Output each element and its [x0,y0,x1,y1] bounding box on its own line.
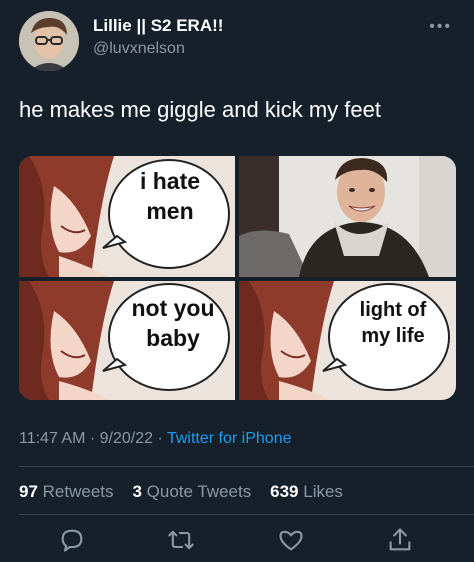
retweets-stat[interactable]: 97 Retweets [19,482,114,501]
likes-count: 639 [270,482,299,501]
meme-text-line: not you [131,295,215,321]
avatar[interactable] [19,11,79,71]
heart-icon[interactable] [277,526,305,554]
tweet-text: he makes me giggle and kick my feet [19,97,381,122]
quotes-stat[interactable]: 3 Quote Tweets [132,482,251,501]
retweets-count: 97 [19,482,38,501]
action-bar [0,526,474,558]
engagement-stats: 97 Retweets 3 Quote Tweets 639 Likes [19,482,343,502]
meme-panel-2[interactable] [239,156,456,277]
meta-separator: · [89,430,96,447]
meme-text-line: men [146,198,194,224]
tweet-date[interactable]: 9/20/22 [100,430,153,447]
author-display-name[interactable]: Lillie || S2 ERA!! [93,16,223,36]
likes-stat[interactable]: 639 Likes [270,482,343,501]
likes-label: Likes [303,482,343,501]
retweet-icon[interactable] [167,526,195,554]
quotes-label: Quote Tweets [146,482,252,501]
meme-panel-2-photo [239,156,456,277]
share-icon[interactable] [386,526,414,554]
avatar-photo [19,11,79,71]
meme-text-line: my life [361,325,425,347]
meme-text-line: i hate [139,168,201,194]
divider [19,514,474,515]
divider [19,466,474,467]
tweet-time[interactable]: 11:47 AM [19,430,85,447]
quotes-count: 3 [132,482,142,501]
meta-separator: · [157,430,163,447]
meme-text-line: light of [359,299,427,321]
meme-text-line: baby [146,325,200,351]
author-handle[interactable]: @luvxnelson [93,40,185,58]
meme-panel-4[interactable]: light of my life [239,281,456,400]
meme-panel-1[interactable]: i hate men [19,156,235,277]
tweet-media[interactable]: i hate men not you baby light of my life [19,156,456,400]
reply-icon[interactable] [58,526,86,554]
tweet-source-link[interactable]: Twitter for iPhone [167,430,292,447]
meme-panel-3[interactable]: not you baby [19,281,235,400]
tweet-metadata: 11:47 AM · 9/20/22 · Twitter for iPhone [19,430,291,448]
retweets-label: Retweets [42,482,114,501]
more-dots-icon[interactable]: ••• [429,18,452,36]
